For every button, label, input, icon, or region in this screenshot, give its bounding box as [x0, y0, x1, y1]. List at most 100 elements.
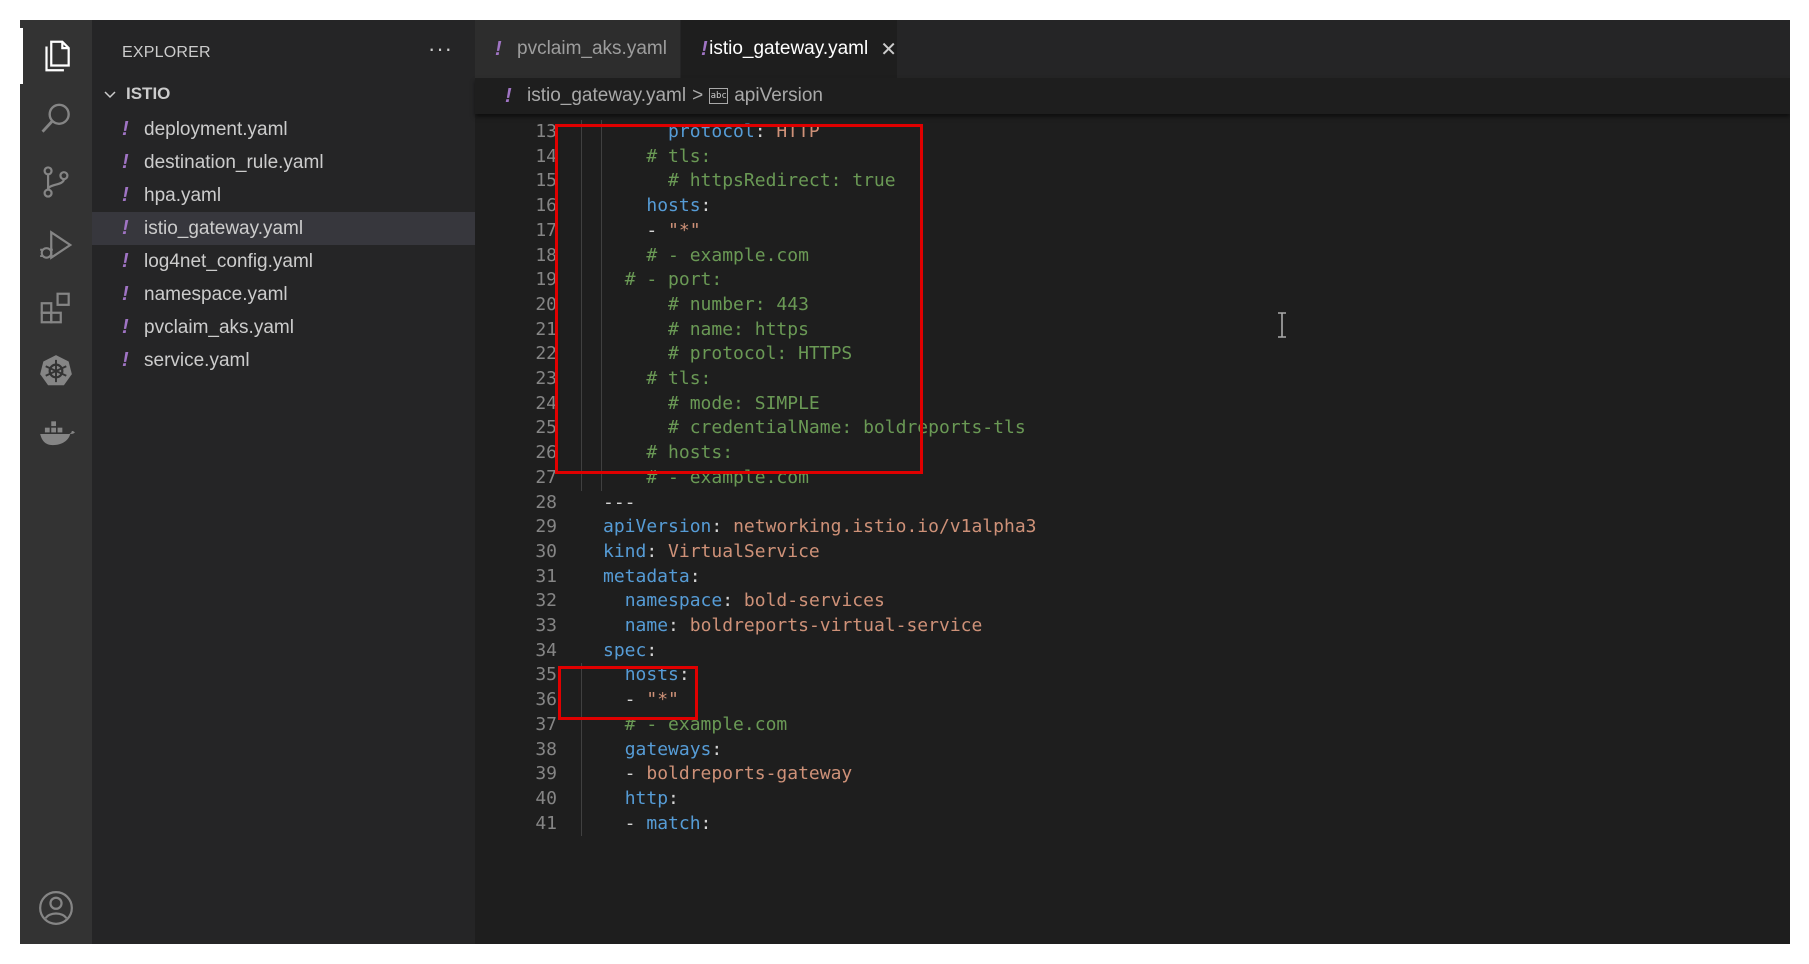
files-icon — [45, 40, 70, 72]
line-number: 15 — [535, 170, 557, 192]
string-symbol-icon: abc — [709, 88, 729, 104]
line-number: 27 — [535, 466, 557, 488]
extensions-icon — [40, 292, 70, 324]
line-number: 29 — [535, 516, 557, 538]
close-icon[interactable]: ✕ — [880, 37, 897, 62]
file-item[interactable]: ! deployment.yaml — [92, 113, 475, 146]
code-text: metadata: — [603, 565, 701, 589]
code-text: spec: — [603, 639, 657, 663]
code-token: : — [689, 565, 701, 587]
code-text: namespace: bold-services — [603, 589, 885, 613]
breadcrumb-symbol[interactable]: apiVersion — [734, 85, 823, 107]
docker-activity-button[interactable] — [20, 398, 92, 470]
file-item[interactable]: ! hpa.yaml — [92, 179, 475, 212]
line-number: 20 — [535, 293, 557, 315]
file-item[interactable]: ! destination_rule.yaml — [92, 146, 475, 179]
yaml-file-icon: ! — [122, 217, 129, 239]
yaml-file-icon: ! — [122, 151, 129, 173]
file-label: istio_gateway.yaml — [144, 217, 304, 239]
yaml-file-icon: ! — [122, 283, 129, 305]
line-number: 21 — [535, 318, 557, 340]
activity-bar — [20, 20, 92, 944]
run-debug-icon — [40, 230, 73, 260]
code-token: --- — [603, 491, 636, 513]
line-number: 25 — [535, 417, 557, 439]
yaml-file-icon: ! — [495, 37, 502, 60]
code-token: apiVersion — [603, 516, 712, 538]
more-actions-button[interactable]: ··· — [428, 36, 453, 62]
line-number: 14 — [535, 145, 557, 167]
line-number: 30 — [535, 540, 557, 562]
code-text: http: — [603, 787, 679, 811]
run-debug-activity-button[interactable] — [20, 209, 92, 281]
tab-pvclaim-aks[interactable]: ! pvclaim_aks.yaml — [475, 20, 680, 78]
search-icon — [41, 103, 70, 133]
breadcrumb-file[interactable]: istio_gateway.yaml — [527, 85, 686, 107]
account-icon — [39, 891, 73, 925]
file-item[interactable]: ! pvclaim_aks.yaml — [92, 311, 475, 344]
code-token: : — [700, 812, 712, 834]
yaml-file-icon: ! — [122, 250, 129, 272]
breadcrumb-separator: > — [692, 85, 704, 106]
code-token: VirtualService — [668, 540, 820, 562]
file-item[interactable]: ! log4net_config.yaml — [92, 245, 475, 278]
code-token: : — [668, 615, 690, 636]
code-text: --- — [603, 491, 636, 515]
line-number: 26 — [535, 442, 557, 464]
text-cursor-icon — [1278, 312, 1286, 338]
explorer-activity-button[interactable] — [20, 20, 92, 92]
file-label: log4net_config.yaml — [144, 250, 313, 272]
line-number: 18 — [535, 244, 557, 266]
yaml-file-icon: ! — [122, 349, 129, 371]
line-number: 39 — [535, 763, 557, 785]
folder-istio[interactable]: ISTIO — [102, 80, 170, 108]
code-token: : — [711, 738, 723, 760]
search-activity-button[interactable] — [20, 83, 92, 155]
code-text: - match: — [603, 812, 712, 836]
file-label: namespace.yaml — [144, 283, 288, 305]
file-item[interactable]: ! istio_gateway.yaml — [92, 212, 475, 245]
extensions-activity-button[interactable] — [20, 272, 92, 344]
code-token: spec — [603, 639, 647, 661]
file-label: service.yaml — [144, 349, 250, 371]
code-text: kind: VirtualService — [603, 540, 820, 564]
file-item[interactable]: ! namespace.yaml — [92, 278, 475, 311]
line-number: 16 — [535, 195, 557, 217]
code-token: http — [624, 787, 669, 809]
code-token: name — [624, 615, 669, 636]
code-token: match — [646, 812, 701, 834]
line-number: 23 — [535, 368, 557, 389]
line-number: 40 — [535, 787, 557, 809]
code-token: : — [711, 516, 734, 538]
code-token: : — [646, 540, 669, 562]
code-text: gateways: — [603, 738, 723, 762]
line-number: 13 — [535, 121, 557, 142]
accounts-activity-button[interactable] — [20, 872, 92, 944]
code-text: name: boldreports-virtual-service — [603, 614, 983, 638]
highlight-box — [558, 666, 698, 720]
line-number: 38 — [535, 738, 557, 760]
yaml-file-icon: ! — [122, 118, 129, 140]
code-editor[interactable]: 13 protocol: HTTP 14 # tls: 15 # httpsRedi… — [475, 114, 1790, 944]
source-control-activity-button[interactable] — [20, 146, 92, 218]
code-token: - — [603, 763, 647, 785]
tab-istio-gateway[interactable]: ! istio_gateway.yaml ✕ — [681, 20, 897, 78]
breadcrumb: ! istio_gateway.yaml > abc apiVersion — [475, 78, 1790, 114]
line-number: 35 — [535, 664, 557, 686]
yaml-file-icon: ! — [701, 37, 708, 60]
highlight-box — [555, 124, 923, 474]
line-number: 24 — [535, 392, 557, 414]
file-item[interactable]: ! service.yaml — [92, 344, 475, 377]
line-number: 34 — [535, 639, 557, 661]
line-number: 28 — [535, 491, 557, 513]
code-token: networking.istio.io/v1alpha3 — [733, 516, 1037, 538]
line-number: 33 — [535, 615, 557, 636]
code-text: - boldreports-gateway — [603, 762, 853, 786]
line-number: 22 — [535, 343, 557, 365]
kubernetes-activity-button[interactable] — [20, 335, 92, 407]
file-label: hpa.yaml — [144, 184, 222, 206]
